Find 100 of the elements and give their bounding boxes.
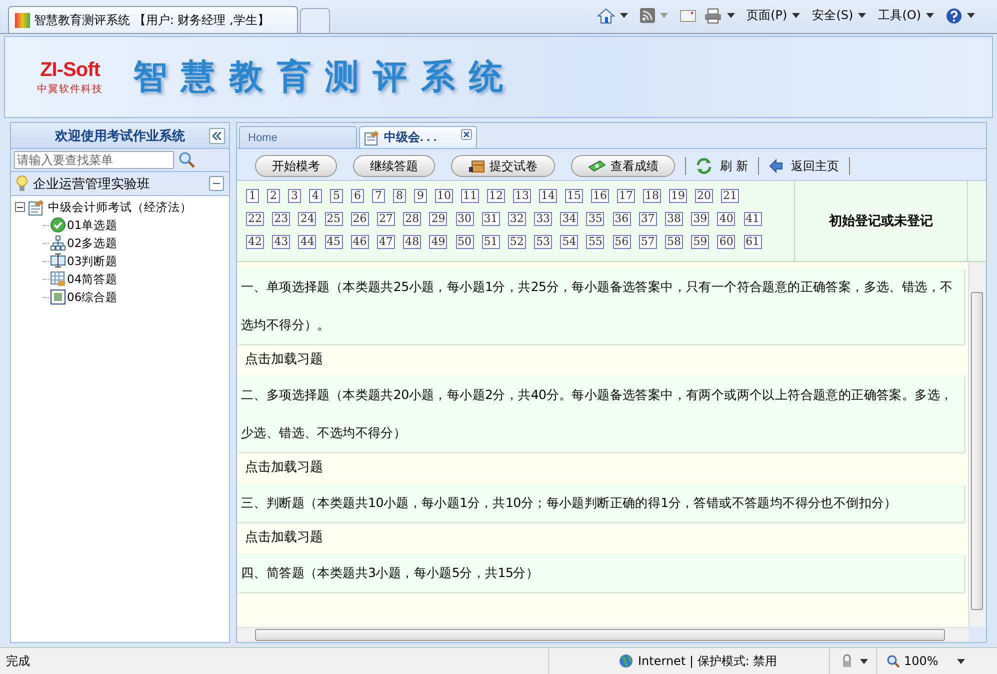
- menu-button[interactable]: 安全(S): [812, 7, 854, 24]
- caret-icon[interactable]: [926, 13, 934, 18]
- close-icon[interactable]: [461, 129, 472, 140]
- tab[interactable]: 中级会. . .: [359, 126, 477, 148]
- question-number-link[interactable]: 19: [669, 189, 687, 203]
- question-number-link[interactable]: 48: [403, 235, 422, 249]
- scrollbar-thumb[interactable]: [971, 292, 983, 610]
- question-number-link[interactable]: 53: [534, 235, 552, 249]
- question-number-link[interactable]: 15: [565, 189, 583, 203]
- question-number-link[interactable]: 5: [330, 189, 343, 203]
- mail-icon[interactable]: [680, 10, 696, 22]
- browser-tab[interactable]: 智慧教育测评系统 【用户: 财务经理 ,学生】: [8, 6, 298, 33]
- question-number-link[interactable]: 29: [429, 212, 448, 226]
- caret-icon[interactable]: [792, 13, 800, 18]
- search-icon[interactable]: [179, 152, 195, 168]
- load-exercises-link[interactable]: 点击加载习题: [245, 460, 323, 475]
- help-icon[interactable]: [946, 8, 962, 24]
- question-number-link[interactable]: 18: [643, 189, 661, 203]
- question-number-link[interactable]: 32: [508, 212, 526, 226]
- tree-item[interactable]: 02多选题: [67, 236, 118, 250]
- tree-item[interactable]: 中级会计师考试（经济法）: [48, 200, 192, 214]
- horizontal-scrollbar[interactable]: [237, 627, 969, 642]
- question-number-link[interactable]: 12: [487, 189, 505, 203]
- vertical-scrollbar[interactable]: [968, 262, 986, 627]
- question-number-link[interactable]: 31: [482, 212, 500, 226]
- question-number-link[interactable]: 9: [414, 189, 427, 203]
- question-number-link[interactable]: 54: [560, 235, 578, 249]
- tab[interactable]: Home: [239, 126, 357, 148]
- caret-icon[interactable]: [957, 658, 965, 664]
- load-exercises-link[interactable]: 点击加载习题: [245, 352, 323, 367]
- question-number-link[interactable]: 42: [246, 235, 264, 249]
- question-number-link[interactable]: 45: [324, 235, 343, 249]
- question-number-link[interactable]: 33: [534, 212, 552, 226]
- question-number-link[interactable]: 57: [638, 235, 657, 249]
- group-toggle-button[interactable]: [209, 176, 224, 191]
- question-number-link[interactable]: 10: [435, 189, 453, 203]
- question-number-link[interactable]: 55: [586, 235, 604, 249]
- question-number-link[interactable]: 41: [744, 212, 762, 226]
- question-number-link[interactable]: 22: [246, 212, 264, 226]
- question-number-link[interactable]: 34: [560, 212, 578, 226]
- scrollbar-thumb[interactable]: [255, 629, 945, 641]
- home-icon[interactable]: [596, 8, 615, 24]
- question-number-link[interactable]: 13: [513, 189, 531, 203]
- tree-item[interactable]: 01单选题: [67, 218, 118, 232]
- question-number-link[interactable]: 43: [272, 235, 290, 249]
- question-number-link[interactable]: 27: [376, 212, 395, 226]
- question-number-link[interactable]: 14: [539, 189, 557, 203]
- question-number-link[interactable]: 59: [691, 235, 710, 249]
- load-exercises-link[interactable]: 点击加载习题: [245, 530, 323, 545]
- caret-icon[interactable]: [620, 13, 628, 18]
- question-number-link[interactable]: 26: [350, 212, 369, 226]
- question-number-link[interactable]: 20: [695, 189, 713, 203]
- question-number-link[interactable]: 25: [324, 212, 343, 226]
- question-number-link[interactable]: 23: [272, 212, 290, 226]
- question-number-link[interactable]: 3: [288, 189, 301, 203]
- menu-search-field[interactable]: 请输入要查找菜单: [14, 151, 174, 169]
- question-number-link[interactable]: 51: [482, 235, 500, 249]
- tree-item[interactable]: 03判断题: [67, 254, 118, 268]
- zoom-button[interactable]: 100%: [887, 654, 947, 668]
- refresh-button[interactable]: 刷 新: [696, 158, 748, 174]
- question-number-link[interactable]: 49: [429, 235, 448, 249]
- question-number-link[interactable]: 2: [267, 189, 280, 203]
- question-number-link[interactable]: 4: [309, 189, 322, 203]
- question-number-link[interactable]: 8: [393, 189, 406, 203]
- question-number-link[interactable]: 50: [456, 235, 474, 249]
- question-number-link[interactable]: 7: [372, 189, 385, 203]
- caret-icon[interactable]: [967, 13, 975, 18]
- question-number-link[interactable]: 38: [665, 212, 683, 226]
- question-number-link[interactable]: 28: [403, 212, 422, 226]
- caret-icon[interactable]: [860, 658, 868, 664]
- question-number-link[interactable]: 24: [298, 212, 316, 226]
- toolbar-button[interactable]: 提交试卷: [451, 155, 555, 177]
- feed-icon[interactable]: [640, 8, 655, 23]
- toolbar-button[interactable]: 开始模考: [255, 155, 337, 177]
- caret-icon[interactable]: [858, 13, 866, 18]
- tree-item[interactable]: 06综合题: [67, 290, 118, 304]
- menu-button[interactable]: 工具(O): [878, 7, 921, 24]
- question-number-link[interactable]: 60: [717, 235, 736, 249]
- question-number-link[interactable]: 46: [350, 235, 369, 249]
- question-number-link[interactable]: 47: [376, 235, 395, 249]
- question-number-link[interactable]: 16: [591, 189, 609, 203]
- question-number-link[interactable]: 37: [638, 212, 657, 226]
- lock-icon[interactable]: [840, 654, 854, 668]
- toolbar-button[interactable]: 查看成绩: [571, 155, 675, 177]
- collapse-button[interactable]: [209, 128, 225, 144]
- menu-button[interactable]: 页面(P): [746, 7, 788, 24]
- back-home-button[interactable]: 返回主页: [768, 158, 839, 174]
- tree-item[interactable]: 04简答题: [67, 272, 118, 286]
- question-number-link[interactable]: 36: [612, 212, 631, 226]
- caret-icon[interactable]: [726, 13, 735, 18]
- question-number-link[interactable]: 40: [717, 212, 736, 226]
- question-number-link[interactable]: 56: [612, 235, 631, 249]
- question-number-link[interactable]: 39: [691, 212, 710, 226]
- question-number-link[interactable]: 44: [298, 235, 316, 249]
- printer-icon[interactable]: [704, 8, 722, 24]
- question-number-link[interactable]: 58: [665, 235, 683, 249]
- question-number-link[interactable]: 61: [744, 235, 762, 249]
- toolbar-button[interactable]: 继续答题: [353, 155, 435, 177]
- question-number-link[interactable]: 6: [351, 189, 364, 203]
- question-number-link[interactable]: 52: [508, 235, 526, 249]
